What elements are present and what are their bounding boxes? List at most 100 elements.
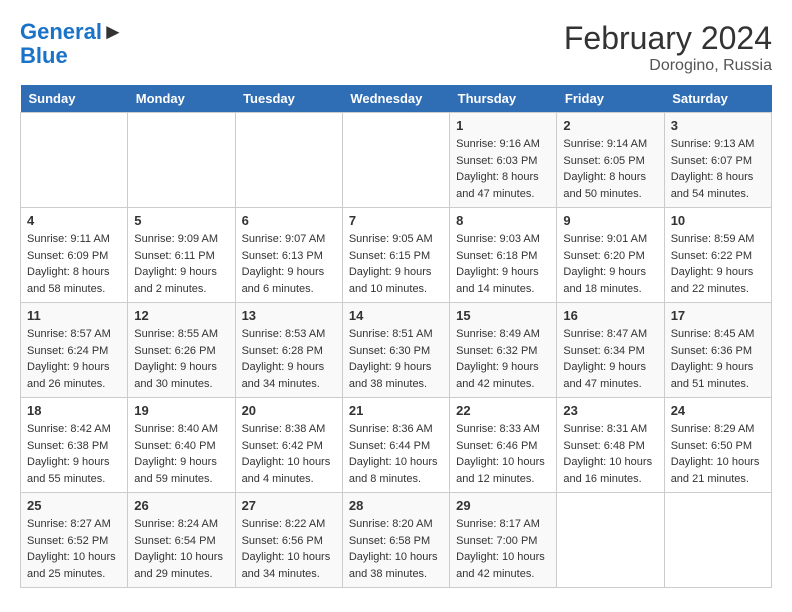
title-block: February 2024 Dorogino, Russia xyxy=(564,20,772,75)
page-header: General► Blue February 2024 Dorogino, Ru… xyxy=(20,20,772,75)
day-number: 19 xyxy=(134,403,228,418)
calendar-cell: 23 Sunrise: 8:31 AM Sunset: 6:48 PM Dayli… xyxy=(557,398,664,493)
logo: General► Blue xyxy=(20,20,124,68)
day-info: Sunrise: 8:47 AM Sunset: 6:34 PM Dayligh… xyxy=(563,326,657,392)
day-info: Sunrise: 9:05 AM Sunset: 6:15 PM Dayligh… xyxy=(349,231,443,297)
calendar-cell: 17 Sunrise: 8:45 AM Sunset: 6:36 PM Dayli… xyxy=(664,303,771,398)
day-number: 21 xyxy=(349,403,443,418)
calendar-cell: 8 Sunrise: 9:03 AM Sunset: 6:18 PM Daylig… xyxy=(450,208,557,303)
logo-text2: Blue xyxy=(20,44,124,68)
calendar-cell: 14 Sunrise: 8:51 AM Sunset: 6:30 PM Dayli… xyxy=(342,303,449,398)
calendar-week-row: 25 Sunrise: 8:27 AM Sunset: 6:52 PM Dayli… xyxy=(21,493,772,588)
day-number: 16 xyxy=(563,308,657,323)
day-info: Sunrise: 8:42 AM Sunset: 6:38 PM Dayligh… xyxy=(27,421,121,487)
day-number: 27 xyxy=(242,498,336,513)
calendar-cell: 29 Sunrise: 8:17 AM Sunset: 7:00 PM Dayli… xyxy=(450,493,557,588)
day-of-week-sunday: Sunday xyxy=(21,85,128,113)
calendar-cell: 24Sunrise: 8:29 AM Sunset: 6:50 PM Dayli… xyxy=(664,398,771,493)
day-of-week-tuesday: Tuesday xyxy=(235,85,342,113)
day-info: Sunrise: 8:27 AM Sunset: 6:52 PM Dayligh… xyxy=(27,516,121,582)
day-number: 20 xyxy=(242,403,336,418)
day-number: 13 xyxy=(242,308,336,323)
calendar-cell: 12 Sunrise: 8:55 AM Sunset: 6:26 PM Dayli… xyxy=(128,303,235,398)
calendar-cell: 22 Sunrise: 8:33 AM Sunset: 6:46 PM Dayli… xyxy=(450,398,557,493)
calendar-week-row: 18 Sunrise: 8:42 AM Sunset: 6:38 PM Dayli… xyxy=(21,398,772,493)
day-info: Sunrise: 8:59 AM Sunset: 6:22 PM Dayligh… xyxy=(671,231,765,297)
day-of-week-monday: Monday xyxy=(128,85,235,113)
calendar-cell: 28Sunrise: 8:20 AM Sunset: 6:58 PM Dayli… xyxy=(342,493,449,588)
calendar-cell: 10 Sunrise: 8:59 AM Sunset: 6:22 PM Dayli… xyxy=(664,208,771,303)
calendar-cell: 27 Sunrise: 8:22 AM Sunset: 6:56 PM Dayli… xyxy=(235,493,342,588)
calendar-cell xyxy=(128,113,235,208)
day-number: 25 xyxy=(27,498,121,513)
day-number: 29 xyxy=(456,498,550,513)
calendar-cell: 11 Sunrise: 8:57 AM Sunset: 6:24 PM Dayli… xyxy=(21,303,128,398)
day-info: Sunrise: 8:57 AM Sunset: 6:24 PM Dayligh… xyxy=(27,326,121,392)
day-info: Sunrise: 8:49 AM Sunset: 6:32 PM Dayligh… xyxy=(456,326,550,392)
day-info: Sunrise: 9:03 AM Sunset: 6:18 PM Dayligh… xyxy=(456,231,550,297)
calendar-week-row: 11 Sunrise: 8:57 AM Sunset: 6:24 PM Dayli… xyxy=(21,303,772,398)
calendar-cell: 5Sunrise: 9:09 AM Sunset: 6:11 PM Daylig… xyxy=(128,208,235,303)
calendar-cell: 15 Sunrise: 8:49 AM Sunset: 6:32 PM Dayli… xyxy=(450,303,557,398)
day-number: 12 xyxy=(134,308,228,323)
calendar-cell: 18 Sunrise: 8:42 AM Sunset: 6:38 PM Dayli… xyxy=(21,398,128,493)
calendar-cell: 2 Sunrise: 9:14 AM Sunset: 6:05 PM Daylig… xyxy=(557,113,664,208)
day-number: 14 xyxy=(349,308,443,323)
day-number: 9 xyxy=(563,213,657,228)
calendar-cell: 6 Sunrise: 9:07 AM Sunset: 6:13 PM Daylig… xyxy=(235,208,342,303)
day-number: 8 xyxy=(456,213,550,228)
day-number: 2 xyxy=(563,118,657,133)
day-info: Sunrise: 9:13 AM Sunset: 6:07 PM Dayligh… xyxy=(671,136,765,202)
day-info: Sunrise: 8:51 AM Sunset: 6:30 PM Dayligh… xyxy=(349,326,443,392)
day-of-week-friday: Friday xyxy=(557,85,664,113)
month-year: February 2024 xyxy=(564,20,772,57)
day-info: Sunrise: 8:29 AM Sunset: 6:50 PM Dayligh… xyxy=(671,421,765,487)
day-of-week-saturday: Saturday xyxy=(664,85,771,113)
calendar-week-row: 1Sunrise: 9:16 AM Sunset: 6:03 PM Daylig… xyxy=(21,113,772,208)
day-number: 18 xyxy=(27,403,121,418)
day-number: 17 xyxy=(671,308,765,323)
day-number: 6 xyxy=(242,213,336,228)
calendar-cell: 19 Sunrise: 8:40 AM Sunset: 6:40 PM Dayli… xyxy=(128,398,235,493)
day-number: 26 xyxy=(134,498,228,513)
day-info: Sunrise: 9:14 AM Sunset: 6:05 PM Dayligh… xyxy=(563,136,657,202)
day-number: 22 xyxy=(456,403,550,418)
day-info: Sunrise: 8:55 AM Sunset: 6:26 PM Dayligh… xyxy=(134,326,228,392)
calendar-cell: 1Sunrise: 9:16 AM Sunset: 6:03 PM Daylig… xyxy=(450,113,557,208)
day-of-week-wednesday: Wednesday xyxy=(342,85,449,113)
day-info: Sunrise: 8:24 AM Sunset: 6:54 PM Dayligh… xyxy=(134,516,228,582)
calendar-cell: 4 Sunrise: 9:11 AM Sunset: 6:09 PM Daylig… xyxy=(21,208,128,303)
calendar-cell xyxy=(235,113,342,208)
day-number: 23 xyxy=(563,403,657,418)
day-number: 4 xyxy=(27,213,121,228)
calendar-week-row: 4 Sunrise: 9:11 AM Sunset: 6:09 PM Daylig… xyxy=(21,208,772,303)
day-info: Sunrise: 8:36 AM Sunset: 6:44 PM Dayligh… xyxy=(349,421,443,487)
day-info: Sunrise: 8:45 AM Sunset: 6:36 PM Dayligh… xyxy=(671,326,765,392)
calendar-cell: 16 Sunrise: 8:47 AM Sunset: 6:34 PM Dayli… xyxy=(557,303,664,398)
day-info: Sunrise: 9:11 AM Sunset: 6:09 PM Dayligh… xyxy=(27,231,121,297)
calendar-cell: 7Sunrise: 9:05 AM Sunset: 6:15 PM Daylig… xyxy=(342,208,449,303)
day-info: Sunrise: 8:53 AM Sunset: 6:28 PM Dayligh… xyxy=(242,326,336,392)
day-number: 1 xyxy=(456,118,550,133)
calendar-cell: 21 Sunrise: 8:36 AM Sunset: 6:44 PM Dayli… xyxy=(342,398,449,493)
day-number: 11 xyxy=(27,308,121,323)
day-number: 15 xyxy=(456,308,550,323)
day-info: Sunrise: 8:22 AM Sunset: 6:56 PM Dayligh… xyxy=(242,516,336,582)
calendar-cell xyxy=(342,113,449,208)
day-info: Sunrise: 8:17 AM Sunset: 7:00 PM Dayligh… xyxy=(456,516,550,582)
location: Dorogino, Russia xyxy=(564,57,772,75)
day-number: 10 xyxy=(671,213,765,228)
day-info: Sunrise: 8:20 AM Sunset: 6:58 PM Dayligh… xyxy=(349,516,443,582)
calendar-cell: 13 Sunrise: 8:53 AM Sunset: 6:28 PM Dayli… xyxy=(235,303,342,398)
day-info: Sunrise: 9:07 AM Sunset: 6:13 PM Dayligh… xyxy=(242,231,336,297)
calendar-cell xyxy=(664,493,771,588)
day-info: Sunrise: 9:09 AM Sunset: 6:11 PM Dayligh… xyxy=(134,231,228,297)
day-info: Sunrise: 8:38 AM Sunset: 6:42 PM Dayligh… xyxy=(242,421,336,487)
calendar-cell: 25 Sunrise: 8:27 AM Sunset: 6:52 PM Dayli… xyxy=(21,493,128,588)
day-info: Sunrise: 8:31 AM Sunset: 6:48 PM Dayligh… xyxy=(563,421,657,487)
calendar-table: SundayMondayTuesdayWednesdayThursdayFrid… xyxy=(20,85,772,588)
day-of-week-thursday: Thursday xyxy=(450,85,557,113)
day-info: Sunrise: 8:40 AM Sunset: 6:40 PM Dayligh… xyxy=(134,421,228,487)
logo-text: General► xyxy=(20,20,124,44)
day-info: Sunrise: 8:33 AM Sunset: 6:46 PM Dayligh… xyxy=(456,421,550,487)
